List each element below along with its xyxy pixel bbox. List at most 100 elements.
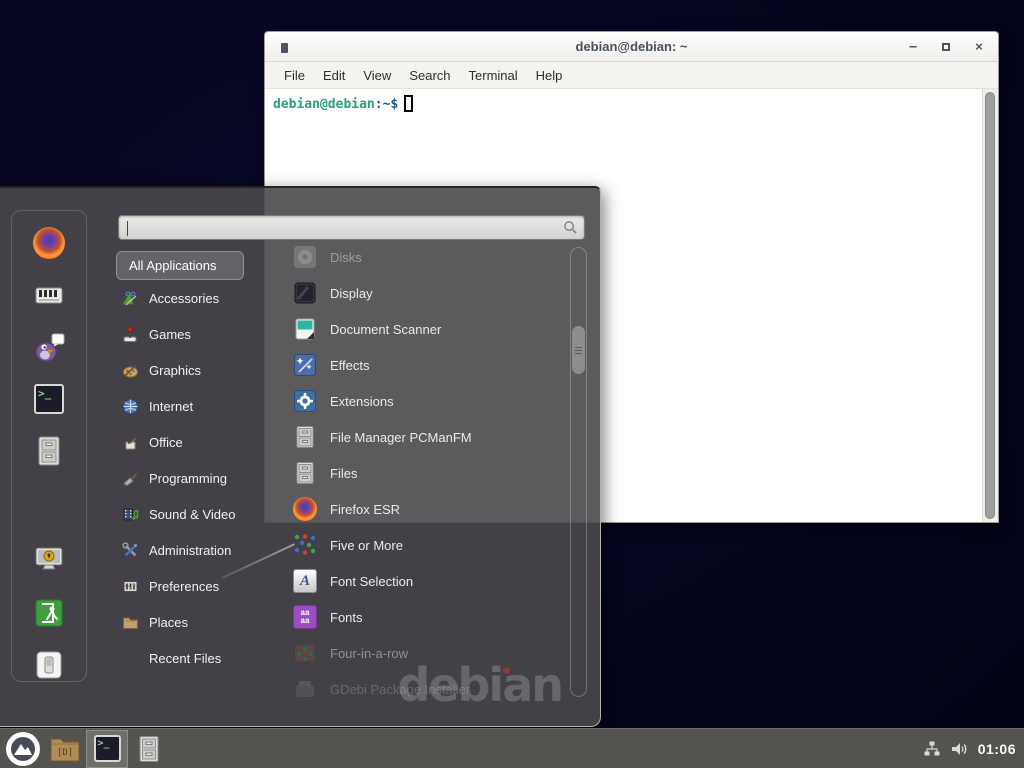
- favorite-firefox-button[interactable]: [32, 227, 66, 260]
- favorite-pidgin-button[interactable]: [32, 331, 66, 364]
- shutdown-icon: [33, 649, 65, 681]
- category-label: Preferences: [149, 579, 219, 594]
- category-places[interactable]: Places: [116, 604, 276, 640]
- font-selection-icon: A: [293, 569, 317, 593]
- menu-edit[interactable]: Edit: [314, 64, 354, 87]
- terminal-scrollbar[interactable]: [982, 89, 998, 522]
- app-item-document-scanner[interactable]: Document Scanner: [285, 311, 567, 347]
- app-label: File Manager PCManFM: [330, 430, 472, 445]
- maximize-icon: [942, 43, 950, 51]
- volume-icon[interactable]: [950, 740, 969, 758]
- administration-icon: [122, 542, 139, 559]
- app-item-font-selection[interactable]: A Font Selection: [285, 563, 567, 599]
- games-icon: [122, 326, 139, 343]
- category-sound-video[interactable]: Sound & Video: [116, 496, 276, 532]
- category-accessories[interactable]: Accessories: [116, 280, 276, 316]
- app-item-gdebi[interactable]: GDebi Package Installer: [285, 671, 567, 707]
- category-label: Graphics: [149, 363, 201, 378]
- application-menu: debian: [0, 186, 601, 727]
- category-all-applications[interactable]: All Applications: [116, 251, 244, 280]
- taskbar-desktop-folder-button[interactable]: [D]: [44, 730, 86, 768]
- menu-help[interactable]: Help: [527, 64, 572, 87]
- category-preferences[interactable]: Preferences: [116, 568, 276, 604]
- app-item-four-in-a-row[interactable]: Four-in-a-row: [285, 635, 567, 671]
- category-programming[interactable]: Programming: [116, 460, 276, 496]
- category-games[interactable]: Games: [116, 316, 276, 352]
- svg-text:[D]: [D]: [57, 748, 73, 758]
- app-label: Font Selection: [330, 574, 413, 589]
- category-label: Games: [149, 327, 191, 342]
- apps-scrollbar-thumb[interactable]: [572, 326, 585, 374]
- search-input[interactable]: [125, 216, 563, 239]
- category-list: Accessories Games Graphics Internet Offi…: [116, 280, 276, 676]
- display-icon: [293, 281, 317, 305]
- menu-button-icon: [6, 732, 40, 766]
- app-label: Document Scanner: [330, 322, 441, 337]
- app-label: Five or More: [330, 538, 403, 553]
- places-icon: [122, 614, 139, 631]
- terminal-scrollbar-thumb[interactable]: [985, 92, 995, 519]
- window-title: debian@debian: ~: [576, 39, 688, 54]
- firefox-icon: [293, 497, 317, 521]
- category-label: Administration: [149, 543, 231, 558]
- desktop-folder-icon: [D]: [49, 735, 81, 763]
- terminal-icon: >_: [94, 735, 121, 762]
- taskbar-file-manager-button[interactable]: [128, 730, 170, 768]
- menu-search-box[interactable]: [118, 215, 585, 240]
- programming-icon: [122, 470, 139, 487]
- shutdown-button[interactable]: [32, 648, 66, 681]
- search-icon: [563, 220, 578, 235]
- menu-view[interactable]: View: [354, 64, 400, 87]
- app-item-effects[interactable]: Effects: [285, 347, 567, 383]
- logout-icon: [33, 597, 65, 629]
- favorite-files-button[interactable]: [32, 434, 66, 467]
- window-controls: – ×: [906, 32, 986, 62]
- taskbar-menu-button[interactable]: [2, 730, 44, 768]
- pidgin-icon: [33, 331, 65, 363]
- logout-button[interactable]: [32, 596, 66, 629]
- favorite-mixer-button[interactable]: [32, 279, 66, 312]
- category-office[interactable]: Office: [116, 424, 276, 460]
- app-label: Effects: [330, 358, 370, 373]
- close-button[interactable]: ×: [972, 32, 986, 62]
- app-item-firefox-esr[interactable]: Firefox ESR: [285, 491, 567, 527]
- terminal-titlebar[interactable]: debian@debian: ~ – ×: [265, 32, 998, 62]
- terminal-menubar: File Edit View Search Terminal Help: [265, 62, 998, 89]
- favorite-terminal-button[interactable]: >_: [32, 382, 66, 415]
- category-graphics[interactable]: Graphics: [116, 352, 276, 388]
- app-item-files[interactable]: Files: [285, 455, 567, 491]
- network-icon[interactable]: [923, 740, 941, 758]
- sound-video-icon: [122, 506, 139, 523]
- category-label: Places: [149, 615, 188, 630]
- document-scanner-icon: [293, 317, 317, 341]
- app-item-fonts[interactable]: aa aa Fonts: [285, 599, 567, 635]
- app-item-display[interactable]: Display: [285, 275, 567, 311]
- lock-screen-button[interactable]: [32, 543, 66, 577]
- maximize-button[interactable]: [939, 32, 953, 62]
- taskbar-terminal-button[interactable]: >_: [86, 730, 128, 768]
- category-recent-files[interactable]: Recent Files: [116, 640, 276, 676]
- app-item-file-manager-pcmanfm[interactable]: File Manager PCManFM: [285, 419, 567, 455]
- app-item-disks[interactable]: Disks: [285, 239, 567, 275]
- app-label: Display: [330, 286, 373, 301]
- category-internet[interactable]: Internet: [116, 388, 276, 424]
- app-item-five-or-more[interactable]: Five or More: [285, 527, 567, 563]
- desktop: debian@debian: ~ – × File Edit View Sear…: [0, 0, 1024, 768]
- taskbar-clock[interactable]: 01:06: [978, 741, 1016, 757]
- minimize-button[interactable]: –: [906, 32, 920, 62]
- category-label: Accessories: [149, 291, 219, 306]
- fonts-icon: aa aa: [293, 605, 317, 629]
- four-in-a-row-icon: [293, 641, 317, 665]
- prompt-user-host: debian@debian: [273, 97, 375, 112]
- effects-icon: [293, 353, 317, 377]
- category-label: Recent Files: [149, 651, 221, 666]
- menu-search[interactable]: Search: [400, 64, 459, 87]
- menu-terminal[interactable]: Terminal: [460, 64, 527, 87]
- menu-file[interactable]: File: [275, 64, 314, 87]
- file-cabinet-icon: [293, 461, 317, 485]
- apps-scrollbar[interactable]: [570, 247, 587, 697]
- app-label: Disks: [330, 250, 362, 265]
- fonts-letters-glyph: aa aa: [301, 609, 310, 625]
- app-label: GDebi Package Installer: [330, 682, 470, 697]
- app-item-extensions[interactable]: Extensions: [285, 383, 567, 419]
